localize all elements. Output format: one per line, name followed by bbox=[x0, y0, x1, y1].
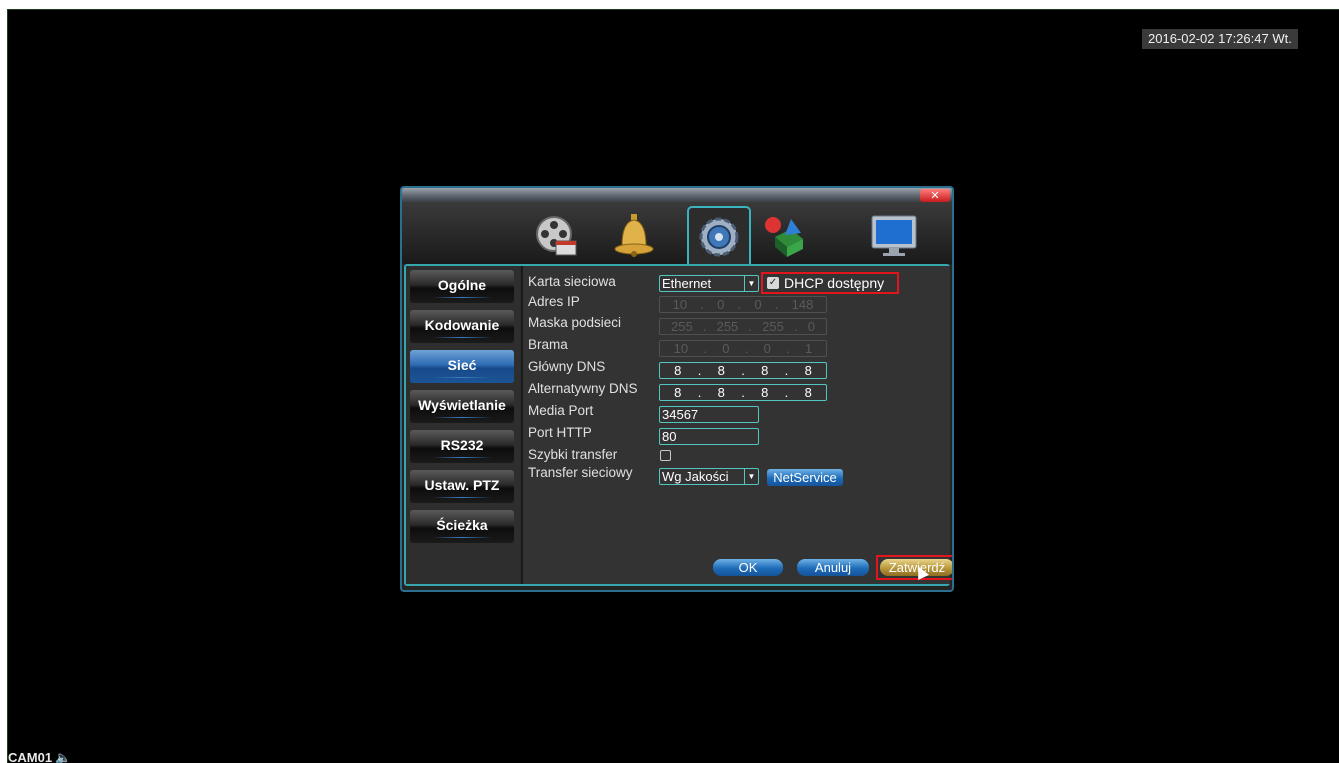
record-icon bbox=[536, 216, 577, 256]
ip-octet: 255 bbox=[716, 319, 739, 334]
ip-dot: . bbox=[741, 385, 745, 400]
sidebar-item-ptz[interactable]: Ustaw. PTZ bbox=[410, 470, 514, 503]
tab-alarm[interactable] bbox=[602, 208, 666, 264]
network-card-label: Karta sieciowa bbox=[528, 274, 616, 289]
ip-octet: 10 bbox=[673, 341, 689, 356]
subnet-mask-field[interactable]: 255. 255. 255. 0 bbox=[659, 318, 827, 335]
alternate-dns-field[interactable]: 8. 8. 8. 8 bbox=[659, 384, 827, 401]
chevron-down-icon: ▼ bbox=[744, 469, 758, 484]
sidebar-item-network[interactable]: Sieć bbox=[410, 350, 514, 383]
tab-system[interactable] bbox=[687, 206, 751, 266]
sidebar-item-encoding[interactable]: Kodowanie bbox=[410, 310, 514, 343]
ip-dot: . bbox=[786, 341, 790, 356]
ip-octet: 8 bbox=[804, 363, 812, 378]
ip-dot: . bbox=[700, 297, 704, 312]
ip-dot: . bbox=[744, 341, 749, 356]
tab-tools[interactable] bbox=[752, 208, 816, 264]
speaker-muted-icon: 🔈 bbox=[55, 750, 72, 763]
ip-dot: . bbox=[697, 385, 702, 400]
dhcp-label: DHCP dostępny bbox=[784, 275, 885, 291]
ip-dot: . bbox=[784, 363, 789, 378]
tab-record[interactable] bbox=[524, 208, 588, 264]
network-card-select[interactable]: Ethernet ▼ bbox=[659, 275, 759, 292]
ip-octet: 0 bbox=[722, 341, 730, 356]
ip-octet: 0 bbox=[754, 297, 762, 312]
ip-dot: . bbox=[703, 341, 707, 356]
sidebar-item-general[interactable]: Ogólne bbox=[410, 270, 514, 303]
ip-dot: . bbox=[741, 363, 745, 378]
camera-name: CAM01 bbox=[8, 750, 53, 763]
network-card-value: Ethernet bbox=[662, 276, 712, 291]
datetime-overlay: 2016-02-02 17:26:47 Wt. bbox=[1142, 29, 1298, 49]
http-port-input[interactable]: 80 bbox=[659, 428, 759, 445]
ip-octet: 148 bbox=[791, 297, 814, 312]
ip-dot: . bbox=[697, 363, 702, 378]
gateway-field[interactable]: 10. 0. 0. 1 bbox=[659, 340, 827, 357]
media-port-input[interactable]: 34567 bbox=[659, 406, 759, 423]
category-tabs bbox=[402, 202, 952, 266]
ip-octet: 255 bbox=[762, 319, 784, 334]
alternate-dns-label: Alternatywny DNS bbox=[528, 381, 638, 396]
ip-dot: . bbox=[748, 319, 753, 334]
camera-label: CAM01 🔈 bbox=[8, 750, 71, 763]
subnet-mask-label: Maska podsieci bbox=[528, 315, 622, 330]
content-frame: Ogólne Kodowanie Sieć Wyświetlanie RS232… bbox=[404, 264, 952, 586]
media-port-label: Media Port bbox=[528, 403, 594, 418]
netservice-button[interactable]: NetService bbox=[767, 469, 843, 486]
fast-transfer-label: Szybki transfer bbox=[528, 447, 618, 462]
primary-dns-field[interactable]: 8. 8. 8. 8 bbox=[659, 362, 827, 379]
sidebar-item-display[interactable]: Wyświetlanie bbox=[410, 390, 514, 423]
ip-address-field[interactable]: 10. 0. 0. 148 bbox=[659, 296, 827, 313]
system-gear-icon bbox=[699, 217, 739, 257]
monitor-icon bbox=[871, 215, 917, 256]
ip-octet: 0 bbox=[807, 319, 815, 334]
dhcp-checkbox[interactable]: ✓ bbox=[767, 277, 779, 289]
ip-octet: 8 bbox=[674, 385, 682, 400]
close-button[interactable]: ✕ bbox=[920, 189, 950, 202]
fast-transfer-checkbox[interactable] bbox=[660, 450, 671, 461]
ok-button[interactable]: OK bbox=[713, 559, 783, 576]
dialog-titlebar: ✕ bbox=[402, 188, 952, 202]
chevron-down-icon: ▼ bbox=[744, 276, 758, 291]
ip-octet: 255 bbox=[671, 319, 693, 334]
dhcp-highlight: ✓ DHCP dostępny bbox=[761, 272, 899, 294]
network-transfer-select[interactable]: Wg Jakości ▼ bbox=[659, 468, 759, 485]
ip-octet: 0 bbox=[717, 297, 725, 312]
tab-display[interactable] bbox=[862, 208, 926, 264]
http-port-label: Port HTTP bbox=[528, 425, 592, 440]
ip-octet: 10 bbox=[672, 297, 688, 312]
ip-address-label: Adres IP bbox=[528, 294, 580, 309]
ip-octet: 8 bbox=[674, 363, 682, 378]
primary-dns-label: Główny DNS bbox=[528, 359, 606, 374]
ip-octet: 8 bbox=[717, 363, 725, 378]
ip-octet: 8 bbox=[761, 363, 769, 378]
ip-octet: 8 bbox=[761, 385, 769, 400]
tools-icon bbox=[765, 217, 803, 257]
network-form: Karta sieciowa Ethernet ▼ ✓ DHCP dostępn… bbox=[521, 266, 952, 584]
ip-octet: 1 bbox=[805, 341, 813, 356]
ip-octet: 0 bbox=[763, 341, 771, 356]
gateway-label: Brama bbox=[528, 337, 568, 352]
network-transfer-label: Transfer sieciowy bbox=[528, 465, 633, 480]
ip-octet: 8 bbox=[804, 385, 812, 400]
sidebar-item-path[interactable]: Ścieżka bbox=[410, 510, 514, 543]
ip-dot: . bbox=[793, 319, 798, 334]
sidebar: Ogólne Kodowanie Sieć Wyświetlanie RS232… bbox=[406, 266, 520, 584]
network-transfer-value: Wg Jakości bbox=[662, 469, 729, 484]
alarm-bell-icon bbox=[614, 214, 654, 257]
settings-dialog: ✕ Ogólne Kodowanie Sieć Wyświetlanie RS2… bbox=[400, 186, 954, 592]
ip-octet: 8 bbox=[717, 385, 725, 400]
cancel-button[interactable]: Anuluj bbox=[797, 559, 869, 576]
ip-dot: . bbox=[702, 319, 707, 334]
sidebar-item-rs232[interactable]: RS232 bbox=[410, 430, 514, 463]
ip-dot: . bbox=[774, 297, 779, 312]
ip-dot: . bbox=[784, 385, 789, 400]
ip-dot: . bbox=[737, 297, 742, 312]
